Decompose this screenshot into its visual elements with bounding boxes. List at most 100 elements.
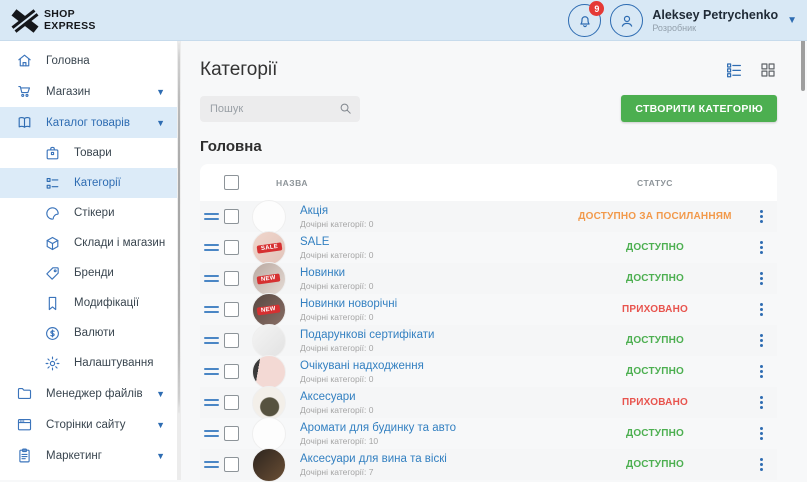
- table-body: АкціяДочірні категорії: 0ДОСТУПНО ЗА ПОС…: [200, 201, 777, 480]
- drag-handle-icon[interactable]: [204, 368, 219, 375]
- row-checkbox[interactable]: [224, 395, 239, 410]
- sidebar-item-label: Головна: [46, 55, 90, 67]
- row-checkbox[interactable]: [224, 271, 239, 286]
- sidebar-item-stikery[interactable]: Стікери: [0, 198, 177, 228]
- notifications-button[interactable]: 9: [568, 4, 601, 37]
- drag-handle-icon[interactable]: [204, 399, 219, 406]
- status-badge: ДОСТУПНО: [565, 366, 745, 377]
- drag-handle-icon[interactable]: [204, 306, 219, 313]
- select-all-checkbox[interactable]: [224, 175, 239, 190]
- category-thumbnail: NEW: [252, 293, 286, 327]
- sidebar-item-menedzher-failiv[interactable]: Менеджер файлів▼: [0, 378, 177, 409]
- row-checkbox[interactable]: [224, 302, 239, 317]
- row-checkbox[interactable]: [224, 240, 239, 255]
- category-thumbnail: [252, 448, 286, 482]
- sidebar-item-label: Бренди: [74, 267, 114, 279]
- drag-handle-icon[interactable]: [204, 244, 219, 251]
- category-name-link[interactable]: Очікувані надходження: [300, 360, 565, 372]
- row-checkbox[interactable]: [224, 333, 239, 348]
- status-badge: ДОСТУПНО: [565, 335, 745, 346]
- sidebar-item-label: Налаштування: [74, 357, 153, 369]
- drag-handle-icon[interactable]: [204, 430, 219, 437]
- search-input[interactable]: [200, 96, 360, 122]
- drag-handle-icon[interactable]: [204, 461, 219, 468]
- category-children-count: Дочірні категорії: 7: [300, 467, 565, 477]
- category-thumbnail: NEW: [252, 262, 286, 296]
- sidebar-item-label: Маркетинг: [46, 450, 102, 462]
- sidebar-item-nalashtuvannia[interactable]: Налаштування: [0, 348, 177, 378]
- sidebar-item-label: Категорії: [74, 177, 121, 189]
- store-cart-icon: [16, 83, 33, 100]
- category-thumbnail: [252, 417, 286, 451]
- marketing-icon: [16, 447, 33, 464]
- sidebar-item-kataloh-tovariv[interactable]: Каталог товарів▼: [0, 107, 177, 138]
- sidebar-item-label: Валюти: [74, 327, 115, 339]
- sidebar-item-label: Менеджер файлів: [46, 388, 143, 400]
- sidebar-item-sklady-i-mahazyny[interactable]: Склади і магазини: [0, 228, 177, 258]
- user-area: 9 Aleksey Petrychenko Розробник ▼: [568, 0, 797, 41]
- sidebar-item-tovary[interactable]: Товари: [0, 138, 177, 168]
- row-menu-kebab-icon[interactable]: [757, 238, 766, 257]
- sidebar-item-holovna[interactable]: Головна: [0, 45, 177, 76]
- drag-handle-icon[interactable]: [204, 275, 219, 282]
- notification-count-badge: 9: [589, 1, 604, 16]
- brands-icon: [44, 265, 61, 282]
- category-name-link[interactable]: SALE: [300, 236, 565, 248]
- category-name-link[interactable]: Акція: [300, 205, 565, 217]
- category-children-count: Дочірні категорії: 0: [300, 250, 565, 260]
- sidebar-item-marketynh[interactable]: Маркетинг▼: [0, 440, 177, 471]
- sidebar-item-mahazyn[interactable]: Магазин▼: [0, 76, 177, 107]
- grid-view-icon[interactable]: [759, 61, 777, 79]
- drag-handle-icon[interactable]: [204, 337, 219, 344]
- sidebar-item-label: Модифікації: [74, 297, 139, 309]
- chevron-down-icon[interactable]: ▼: [787, 16, 797, 26]
- row-checkbox[interactable]: [224, 364, 239, 379]
- category-name-link[interactable]: Аксесуари для вина та віскі: [300, 453, 565, 465]
- top-bar: SHOP EXPRESS 9 Aleksey Petrychenko Розро…: [0, 0, 807, 41]
- row-checkbox[interactable]: [224, 457, 239, 472]
- category-name-link[interactable]: Подарункові сертифікати: [300, 329, 565, 341]
- row-menu-kebab-icon[interactable]: [757, 393, 766, 412]
- category-row: АксесуариДочірні категорії: 0ПРИХОВАНО: [200, 387, 777, 418]
- sidebar-item-storinky-saitu[interactable]: Сторінки сайту▼: [0, 409, 177, 440]
- category-children-count: Дочірні категорії: 10: [300, 436, 565, 446]
- profile-button[interactable]: [610, 4, 643, 37]
- row-menu-kebab-icon[interactable]: [757, 455, 766, 474]
- sidebar-item-katehorii[interactable]: Категорії: [0, 168, 177, 198]
- sidebar-item-label: Сторінки сайту: [46, 419, 126, 431]
- category-name-link[interactable]: Новинки новорічні: [300, 298, 565, 310]
- sidebar-item-brendy[interactable]: Бренди: [0, 258, 177, 288]
- categories-table: НАЗВА СТАТУС АкціяДочірні категорії: 0ДО…: [200, 164, 777, 480]
- category-children-count: Дочірні категорії: 0: [300, 405, 565, 415]
- sidebar-item-modyfikatsii[interactable]: Модифікації: [0, 288, 177, 318]
- status-badge: ДОСТУПНО: [565, 428, 745, 439]
- drag-handle-icon[interactable]: [204, 213, 219, 220]
- row-menu-kebab-icon[interactable]: [757, 269, 766, 288]
- sidebar-item-label: Стікери: [74, 207, 115, 219]
- category-name-link[interactable]: Аксесуари: [300, 391, 565, 403]
- row-menu-kebab-icon[interactable]: [757, 207, 766, 226]
- category-row: NEWНовинкиДочірні категорії: 0ДОСТУПНО: [200, 263, 777, 294]
- row-menu-kebab-icon[interactable]: [757, 362, 766, 381]
- row-checkbox[interactable]: [224, 209, 239, 224]
- row-menu-kebab-icon[interactable]: [757, 300, 766, 319]
- status-badge: ДОСТУПНО: [565, 242, 745, 253]
- list-view-icon[interactable]: [725, 61, 743, 79]
- row-checkbox[interactable]: [224, 426, 239, 441]
- logo-text: SHOP EXPRESS: [44, 9, 96, 32]
- user-meta: Aleksey Petrychenko Розробник: [652, 8, 778, 34]
- category-name-link[interactable]: Новинки: [300, 267, 565, 279]
- category-children-count: Дочірні категорії: 0: [300, 281, 565, 291]
- row-menu-kebab-icon[interactable]: [757, 331, 766, 350]
- chevron-down-icon: ▼: [156, 118, 165, 128]
- shop-express-logo: SHOP EXPRESS: [13, 0, 96, 41]
- modifications-icon: [44, 295, 61, 312]
- sidebar-item-valiuty[interactable]: Валюти: [0, 318, 177, 348]
- category-name-link[interactable]: Аромати для будинку та авто: [300, 422, 565, 434]
- categories-icon: [44, 175, 61, 192]
- create-category-button[interactable]: СТВОРИТИ КАТЕГОРІЮ: [621, 95, 777, 122]
- category-row: Очікувані надходженняДочірні категорії: …: [200, 356, 777, 387]
- row-menu-kebab-icon[interactable]: [757, 424, 766, 443]
- catalog-icon: [16, 114, 33, 131]
- category-thumbnail: [252, 386, 286, 420]
